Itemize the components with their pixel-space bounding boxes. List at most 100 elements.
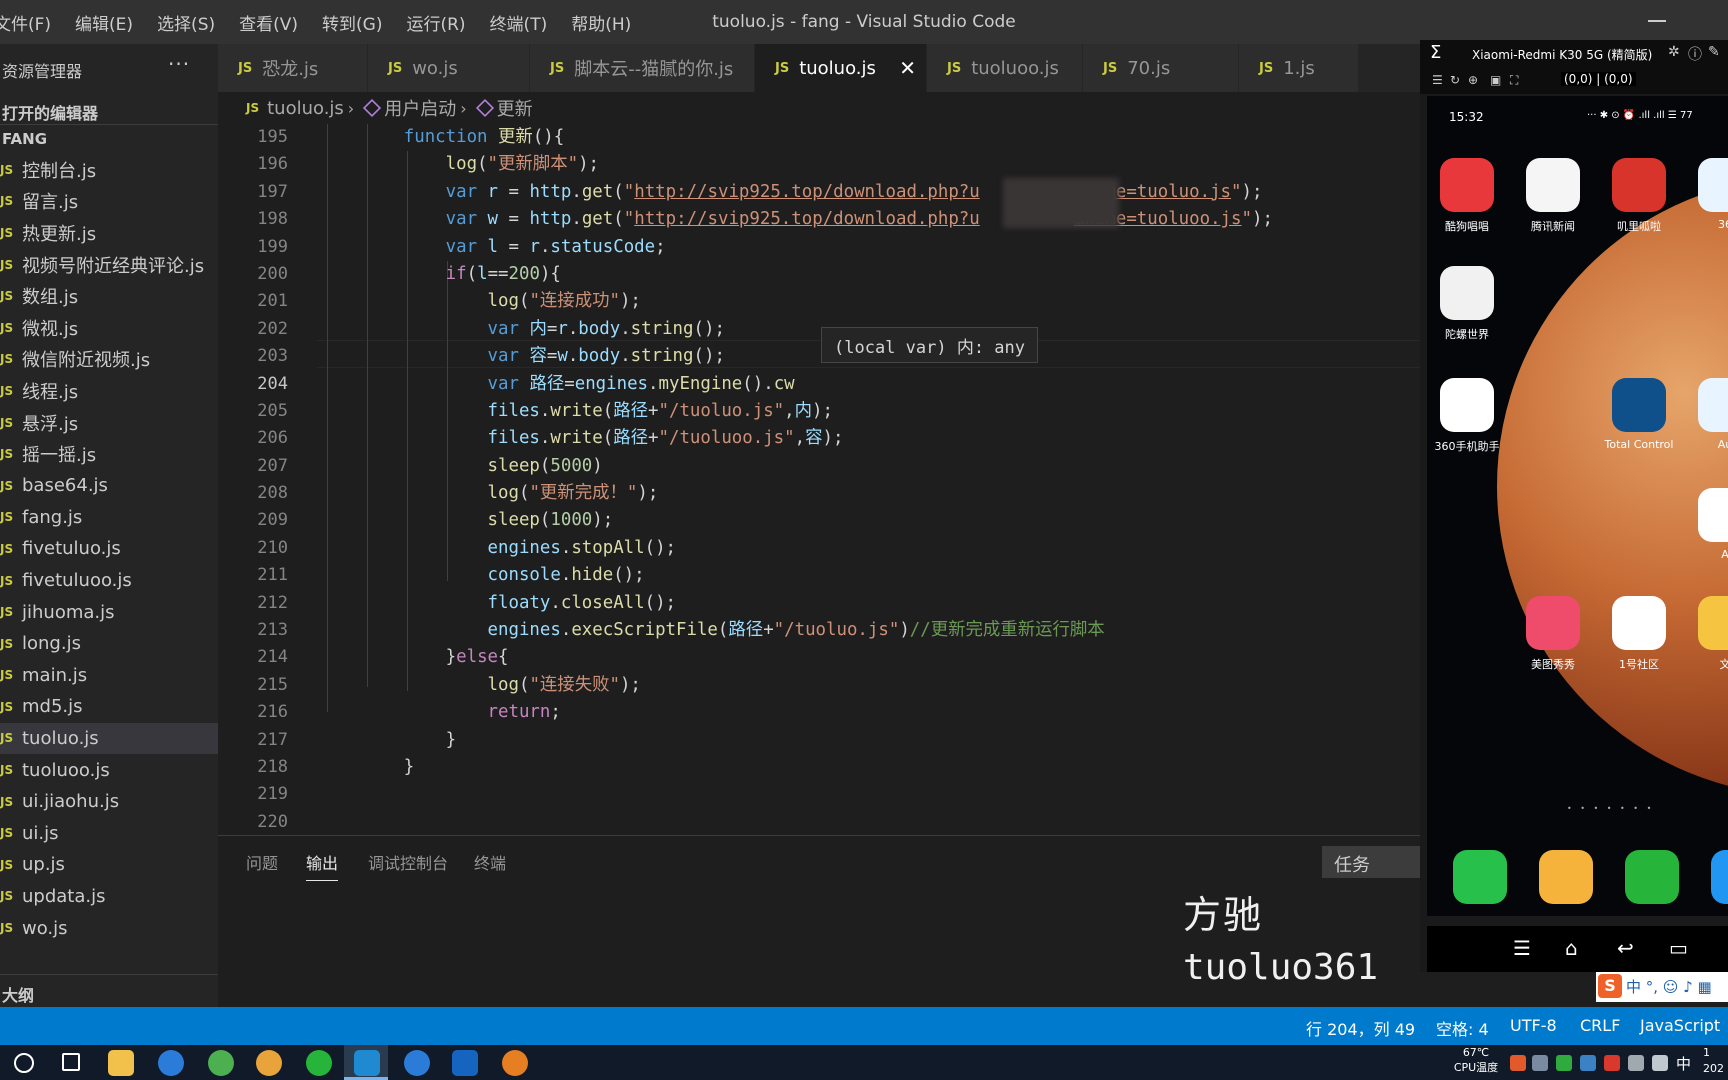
editor-tab[interactable]: JS wo.js: [368, 44, 530, 92]
tray-icon[interactable]: [1580, 1055, 1596, 1071]
app-total-control[interactable]: Total Control: [1599, 378, 1679, 451]
phone-app-icon[interactable]: [1453, 850, 1507, 904]
file-item[interactable]: JS main.js: [0, 660, 218, 692]
panel-tab-terminal[interactable]: 终端: [474, 850, 506, 874]
pin-icon[interactable]: ✎: [1708, 44, 1720, 60]
wechat-icon[interactable]: [306, 1050, 332, 1076]
menu-icon[interactable]: ☰: [1432, 73, 1443, 87]
file-item[interactable]: JS base64.js: [0, 470, 218, 502]
indentation[interactable]: 空格: 4: [1436, 1016, 1489, 1040]
tray-icon[interactable]: [1556, 1055, 1572, 1071]
code-lines[interactable]: function 更新(){ log("更新脚本"); var r = http…: [320, 124, 1273, 835]
file-item[interactable]: JS ui.js: [0, 817, 218, 849]
tray-icon[interactable]: [1604, 1055, 1620, 1071]
editor-tab[interactable]: JS 恐龙.js: [218, 44, 368, 92]
app-360-partial[interactable]: 36: [1685, 158, 1728, 231]
more-actions-button[interactable]: ···: [168, 52, 190, 76]
network-icon[interactable]: [1628, 1055, 1644, 1071]
settings-gear-icon[interactable]: ✲: [1668, 44, 1680, 60]
breadcrumb-function-1[interactable]: 用户启动: [384, 95, 456, 121]
file-item[interactable]: JS wo.js: [0, 912, 218, 944]
home-nav-icon[interactable]: ⌂: [1565, 936, 1578, 960]
tray-icon[interactable]: [1532, 1055, 1548, 1071]
editor-tab[interactable]: JS 1.js: [1239, 44, 1359, 92]
file-item[interactable]: JS tuoluoo.js: [0, 754, 218, 786]
app-kugou[interactable]: 酷狗唱唱: [1427, 158, 1507, 234]
file-item[interactable]: JS md5.js: [0, 691, 218, 723]
total-control-icon[interactable]: [452, 1050, 478, 1076]
fullscreen-icon[interactable]: ⛶: [1510, 73, 1518, 88]
app-meitu[interactable]: 美图秀秀: [1513, 596, 1593, 672]
app-auto-partial[interactable]: Au: [1685, 378, 1728, 451]
file-item[interactable]: JS 控制台.js: [0, 154, 218, 186]
file-item[interactable]: JS jihuoma.js: [0, 596, 218, 628]
outline-section[interactable]: 大纲: [2, 982, 34, 1006]
file-item[interactable]: JS 数组.js: [0, 280, 218, 312]
app-no1-community[interactable]: 1号社区: [1599, 596, 1679, 672]
file-item[interactable]: JS fivetuluo.js: [0, 533, 218, 565]
menu-nav-icon[interactable]: ☰: [1513, 936, 1531, 960]
file-item[interactable]: JS 热更新.js: [0, 217, 218, 249]
notes-app-icon[interactable]: [1539, 850, 1593, 904]
clock[interactable]: 1 202: [1703, 1045, 1724, 1077]
app-tencent-news[interactable]: 腾讯新闻: [1513, 158, 1593, 234]
cursor-position[interactable]: 行 204，列 49: [1306, 1016, 1415, 1040]
minimize-button[interactable]: [1648, 20, 1666, 22]
info-icon[interactable]: ⓘ: [1688, 44, 1702, 64]
code-editor[interactable]: 195 196 197 198 199 200 201 202 203 204 205 206 207 2…: [218, 124, 1420, 835]
task-view-icon[interactable]: [62, 1053, 80, 1071]
browser-icon[interactable]: [158, 1050, 184, 1076]
app-wen-partial[interactable]: 文: [1685, 596, 1728, 672]
file-item[interactable]: JS 微信附近视频.js: [0, 344, 218, 376]
file-item[interactable]: JS long.js: [0, 628, 218, 660]
editor-tab[interactable]: JS 脚本云--猫腻的你.js: [530, 44, 755, 92]
volume-icon[interactable]: [1652, 1055, 1668, 1071]
cortana-search-icon[interactable]: [14, 1053, 34, 1073]
line-ending[interactable]: CRLF: [1580, 1016, 1620, 1035]
file-item[interactable]: JS up.js: [0, 849, 218, 881]
language-mode[interactable]: JavaScript: [1640, 1016, 1720, 1035]
app-360-assistant[interactable]: 360手机助手: [1427, 378, 1507, 454]
file-item[interactable]: JS 线程.js: [0, 375, 218, 407]
file-item[interactable]: JS 微视.js: [0, 312, 218, 344]
file-explorer-icon[interactable]: [108, 1050, 134, 1076]
open-editors-section[interactable]: 打开的编辑器: [2, 100, 98, 124]
partial-dock-icon[interactable]: [1711, 850, 1728, 904]
back-nav-icon[interactable]: ↩: [1617, 936, 1634, 960]
wechat-app-icon[interactable]: [1625, 850, 1679, 904]
screenshot-icon[interactable]: ▣: [1490, 73, 1501, 87]
editor-tab[interactable]: JS 70.js: [1083, 44, 1239, 92]
recorder-icon[interactable]: [502, 1050, 528, 1076]
tray-icon[interactable]: [1510, 1055, 1526, 1071]
input-method[interactable]: 中: [1676, 1053, 1691, 1074]
vscode-icon[interactable]: [354, 1050, 380, 1076]
file-item[interactable]: JS fang.js: [0, 502, 218, 534]
file-item[interactable]: JS updata.js: [0, 881, 218, 913]
ime-toolbar-buttons[interactable]: 中 °, ☺ ♪ ▦: [1626, 976, 1712, 997]
editor-tab[interactable]: JS tuoluo.js ✕: [755, 44, 927, 92]
file-item[interactable]: JS 摇一摇.js: [0, 438, 218, 470]
file-item[interactable]: JS 悬浮.js: [0, 407, 218, 439]
file-item[interactable]: JS tuoluo.js: [0, 722, 218, 755]
breadcrumb-function-2[interactable]: 更新: [497, 95, 533, 121]
output-channel-select[interactable]: 任务: [1322, 846, 1420, 878]
folder-section-fang[interactable]: FANG: [2, 130, 47, 148]
app-tuoluo-world[interactable]: 陀螺世界: [1427, 266, 1507, 342]
file-item[interactable]: JS 留言.js: [0, 186, 218, 218]
app-jiliguala[interactable]: 叽里呱啦: [1599, 158, 1679, 234]
app-a-partial[interactable]: A: [1685, 488, 1728, 561]
phone-screen[interactable]: 15:32 ··· ✱ ⊙ ⏰ .ıll .ıll ☰ 77 酷狗唱唱 腾讯新闻…: [1427, 96, 1728, 916]
editor-tab[interactable]: JS tuoluoo.js: [927, 44, 1083, 92]
panel-tab-output[interactable]: 输出: [306, 850, 338, 874]
breadcrumb-file[interactable]: tuoluo.js: [267, 98, 344, 119]
panel-tab-debug-console[interactable]: 调试控制台: [368, 850, 448, 874]
close-icon[interactable]: ✕: [899, 56, 916, 80]
rotate-icon[interactable]: ↻: [1450, 73, 1460, 87]
recents-nav-icon[interactable]: ▭: [1669, 936, 1688, 960]
chrome-icon[interactable]: [256, 1050, 282, 1076]
panel-tab-problems[interactable]: 问题: [246, 850, 278, 874]
file-item[interactable]: JS ui.jiaohu.js: [0, 786, 218, 818]
file-item[interactable]: JS 视频号附近经典评论.js: [0, 249, 218, 281]
zoom-icon[interactable]: ⊕: [1468, 73, 1478, 87]
browser-icon[interactable]: [404, 1050, 430, 1076]
